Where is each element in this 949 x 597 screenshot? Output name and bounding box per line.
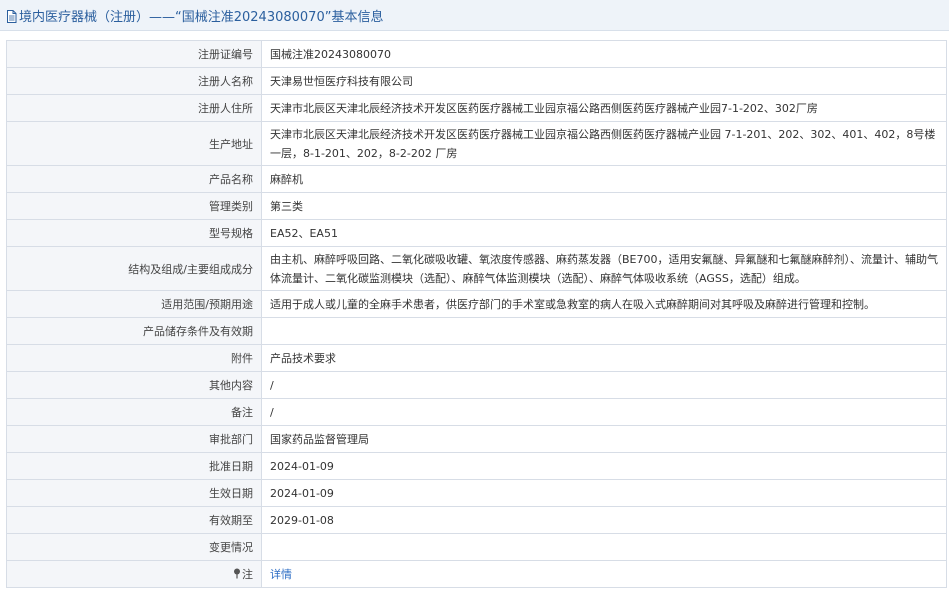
row-value: 2024-01-09 bbox=[261, 452, 947, 480]
row-label: 批准日期 bbox=[6, 452, 262, 480]
row-label: 变更情况 bbox=[6, 533, 262, 561]
row-label: 管理类别 bbox=[6, 192, 262, 220]
row-label: 适用范围/预期用途 bbox=[6, 290, 262, 318]
table-row: 生产地址 天津市北辰区天津北辰经济技术开发区医药医疗器械工业园京福公路西侧医药医… bbox=[6, 121, 947, 166]
table-row: 注册人住所 天津市北辰区天津北辰经济技术开发区医药医疗器械工业园京福公路西侧医药… bbox=[6, 94, 947, 122]
row-label: 注册人住所 bbox=[6, 94, 262, 122]
row-label: 生效日期 bbox=[6, 479, 262, 507]
table-row: 管理类别 第三类 bbox=[6, 192, 947, 220]
table-row: 备注 / bbox=[6, 398, 947, 426]
row-value: 天津市北辰区天津北辰经济技术开发区医药医疗器械工业园京福公路西侧医药医疗器械产业… bbox=[261, 121, 947, 166]
row-label: 注册人名称 bbox=[6, 67, 262, 95]
row-value: 由主机、麻醉呼吸回路、二氧化碳吸收罐、氧浓度传感器、麻药蒸发器（BE700，适用… bbox=[261, 246, 947, 291]
table-row: 产品名称 麻醉机 bbox=[6, 165, 947, 193]
row-value: 第三类 bbox=[261, 192, 947, 220]
info-table-container: 注册证编号 国械注准20243080070 注册人名称 天津易世恒医疗科技有限公… bbox=[6, 40, 947, 588]
note-value-cell: 详情 bbox=[261, 560, 947, 588]
row-label: 有效期至 bbox=[6, 506, 262, 534]
row-value: 天津易世恒医疗科技有限公司 bbox=[261, 67, 947, 95]
row-label: 其他内容 bbox=[6, 371, 262, 399]
row-value: 2024-01-09 bbox=[261, 479, 947, 507]
table-row: 注册证编号 国械注准20243080070 bbox=[6, 40, 947, 68]
table-row: 批准日期 2024-01-09 bbox=[6, 452, 947, 480]
table-row: 其他内容 / bbox=[6, 371, 947, 399]
row-label: 审批部门 bbox=[6, 425, 262, 453]
note-label: 注 bbox=[242, 568, 253, 581]
row-value: 适用于成人或儿童的全麻手术患者，供医疗部门的手术室或急救室的病人在吸入式麻醉期间… bbox=[261, 290, 947, 318]
row-label: 产品储存条件及有效期 bbox=[6, 317, 262, 345]
note-row: 注 详情 bbox=[6, 560, 947, 588]
row-value: / bbox=[261, 371, 947, 399]
row-label: 备注 bbox=[6, 398, 262, 426]
table-row: 型号规格 EA52、EA51 bbox=[6, 219, 947, 247]
table-row: 适用范围/预期用途 适用于成人或儿童的全麻手术患者，供医疗部门的手术室或急救室的… bbox=[6, 290, 947, 318]
row-value bbox=[261, 533, 947, 561]
pin-icon bbox=[234, 568, 240, 579]
table-row: 有效期至 2029-01-08 bbox=[6, 506, 947, 534]
row-label: 结构及组成/主要组成成分 bbox=[6, 246, 262, 291]
row-label: 附件 bbox=[6, 344, 262, 372]
registration-info-table: 注册证编号 国械注准20243080070 注册人名称 天津易世恒医疗科技有限公… bbox=[6, 40, 947, 588]
row-label: 生产地址 bbox=[6, 121, 262, 166]
table-row: 审批部门 国家药品监督管理局 bbox=[6, 425, 947, 453]
row-value: 国家药品监督管理局 bbox=[261, 425, 947, 453]
page-title: 境内医疗器械（注册）——“国械注准20243080070”基本信息 bbox=[19, 9, 384, 25]
details-link[interactable]: 详情 bbox=[270, 568, 292, 581]
page-title-bar: 境内医疗器械（注册）——“国械注准20243080070”基本信息 bbox=[0, 0, 949, 31]
row-value: / bbox=[261, 398, 947, 426]
document-icon bbox=[7, 9, 17, 23]
row-value: 产品技术要求 bbox=[261, 344, 947, 372]
row-label: 注册证编号 bbox=[6, 40, 262, 68]
table-row: 变更情况 bbox=[6, 533, 947, 561]
row-value: 2029-01-08 bbox=[261, 506, 947, 534]
table-row: 生效日期 2024-01-09 bbox=[6, 479, 947, 507]
row-value: 天津市北辰区天津北辰经济技术开发区医药医疗器械工业园京福公路西侧医药医疗器械产业… bbox=[261, 94, 947, 122]
table-row: 产品储存条件及有效期 bbox=[6, 317, 947, 345]
row-value: EA52、EA51 bbox=[261, 219, 947, 247]
table-row: 附件 产品技术要求 bbox=[6, 344, 947, 372]
row-value: 麻醉机 bbox=[261, 165, 947, 193]
row-label: 型号规格 bbox=[6, 219, 262, 247]
note-label-cell: 注 bbox=[6, 560, 262, 588]
row-value bbox=[261, 317, 947, 345]
table-row: 注册人名称 天津易世恒医疗科技有限公司 bbox=[6, 67, 947, 95]
table-row: 结构及组成/主要组成成分 由主机、麻醉呼吸回路、二氧化碳吸收罐、氧浓度传感器、麻… bbox=[6, 246, 947, 291]
row-value: 国械注准20243080070 bbox=[261, 40, 947, 68]
row-label: 产品名称 bbox=[6, 165, 262, 193]
